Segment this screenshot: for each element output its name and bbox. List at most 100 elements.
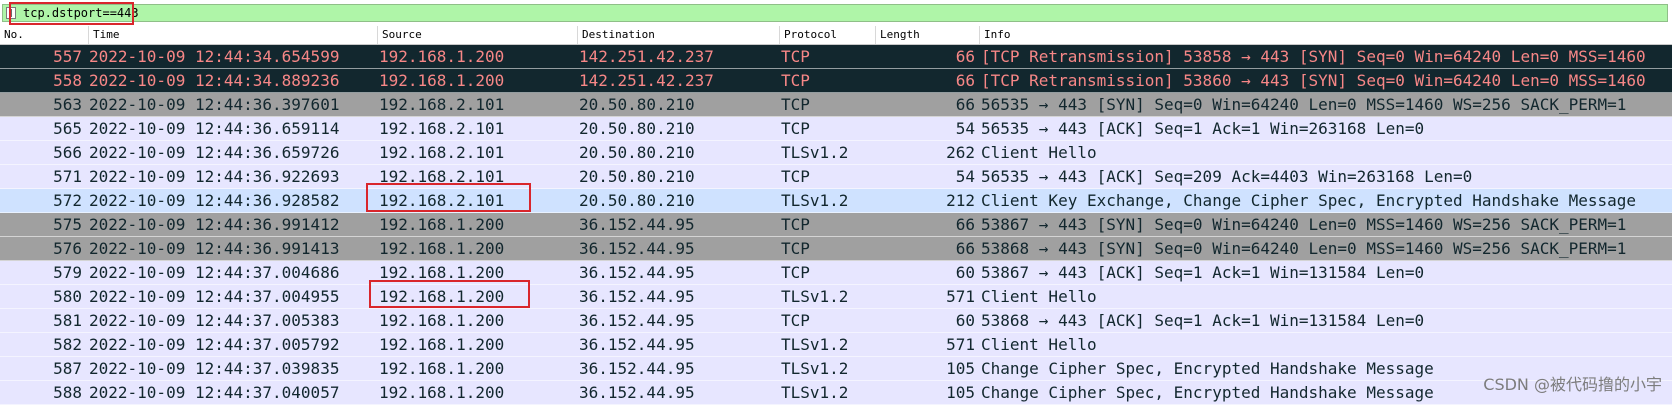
column-header-length[interactable]: Length xyxy=(875,26,979,44)
column-header-protocol[interactable]: Protocol xyxy=(779,26,875,44)
display-filter-toolbar: tcp.dstport==443 xyxy=(0,0,1672,27)
packet-number: 575 xyxy=(53,215,82,234)
packet-protocol: TLSv1.2 xyxy=(781,191,849,210)
packet-info: [TCP Retransmission] 53860 → 443 [SYN] S… xyxy=(981,71,1646,90)
packet-protocol: TCP xyxy=(781,47,810,66)
packet-row[interactable]: 557 2022-10-09 12:44:34.654599 192.168.1… xyxy=(0,45,1672,69)
packet-protocol: TCP xyxy=(781,95,810,114)
packet-number: 582 xyxy=(53,335,82,354)
packet-protocol: TLSv1.2 xyxy=(781,335,849,354)
packet-row[interactable]: 575 2022-10-09 12:44:36.991412 192.168.1… xyxy=(0,213,1672,237)
packet-number: 566 xyxy=(53,143,82,162)
packet-protocol: TCP xyxy=(781,311,810,330)
packet-time: 2022-10-09 12:44:36.991412 xyxy=(89,215,340,234)
packet-row[interactable]: 565 2022-10-09 12:44:36.659114 192.168.2… xyxy=(0,117,1672,141)
packet-info: 53868 → 443 [SYN] Seq=0 Win=64240 Len=0 … xyxy=(981,239,1627,258)
csdn-watermark: CSDN @被代码撸的小宇 xyxy=(1483,375,1662,394)
packet-protocol: TCP xyxy=(781,71,810,90)
packet-info: 56535 → 443 [ACK] Seq=1 Ack=1 Win=263168… xyxy=(981,119,1425,138)
packet-source: 192.168.2.101 xyxy=(379,191,505,210)
packet-length: 105 xyxy=(946,383,975,402)
packet-info: 53868 → 443 [ACK] Seq=1 Ack=1 Win=131584… xyxy=(981,311,1425,330)
display-filter-input[interactable]: tcp.dstport==443 xyxy=(2,4,1668,22)
packet-number: 579 xyxy=(53,263,82,282)
packet-source: 192.168.1.200 xyxy=(379,287,505,306)
column-header-source[interactable]: Source xyxy=(377,26,577,44)
packet-info: [TCP Retransmission] 53858 → 443 [SYN] S… xyxy=(981,47,1646,66)
packet-number: 565 xyxy=(53,119,82,138)
packet-destination: 36.152.44.95 xyxy=(579,359,695,378)
packet-info: 53867 → 443 [SYN] Seq=0 Win=64240 Len=0 … xyxy=(981,215,1627,234)
packet-number: 581 xyxy=(53,311,82,330)
packet-time: 2022-10-09 12:44:36.928582 xyxy=(89,191,340,210)
packet-info: Client Hello xyxy=(981,335,1097,354)
packet-row-selected[interactable]: 572 2022-10-09 12:44:36.928582 192.168.2… xyxy=(0,189,1672,213)
packet-source: 192.168.1.200 xyxy=(379,383,505,402)
packet-time: 2022-10-09 12:44:34.654599 xyxy=(89,47,340,66)
packet-info: Client Key Exchange, Change Cipher Spec,… xyxy=(981,191,1637,210)
packet-row[interactable]: 588 2022-10-09 12:44:37.040057 192.168.1… xyxy=(0,381,1672,405)
filter-bookmark-icon[interactable] xyxy=(6,7,16,19)
packet-source: 192.168.2.101 xyxy=(379,167,505,186)
packet-destination: 36.152.44.95 xyxy=(579,311,695,330)
packet-source: 192.168.2.101 xyxy=(379,95,505,114)
packet-info: 56535 → 443 [SYN] Seq=0 Win=64240 Len=0 … xyxy=(981,95,1627,114)
packet-row[interactable]: 558 2022-10-09 12:44:34.889236 192.168.1… xyxy=(0,69,1672,93)
packet-time: 2022-10-09 12:44:36.659114 xyxy=(89,119,340,138)
packet-destination: 20.50.80.210 xyxy=(579,95,695,114)
display-filter-text[interactable]: tcp.dstport==443 xyxy=(23,6,139,21)
packet-length: 212 xyxy=(946,191,975,210)
column-header-destination[interactable]: Destination xyxy=(577,26,779,44)
packet-row[interactable]: 576 2022-10-09 12:44:36.991413 192.168.1… xyxy=(0,237,1672,261)
packet-time: 2022-10-09 12:44:37.039835 xyxy=(89,359,340,378)
packet-number: 558 xyxy=(53,71,82,90)
packet-info: Client Hello xyxy=(981,287,1097,306)
column-header-time[interactable]: Time xyxy=(88,26,377,44)
packet-source: 192.168.1.200 xyxy=(379,239,505,258)
packet-destination: 20.50.80.210 xyxy=(579,143,695,162)
packet-row[interactable]: 587 2022-10-09 12:44:37.039835 192.168.1… xyxy=(0,357,1672,381)
packet-length: 571 xyxy=(946,287,975,306)
packet-time: 2022-10-09 12:44:36.991413 xyxy=(89,239,340,258)
packet-row[interactable]: 579 2022-10-09 12:44:37.004686 192.168.1… xyxy=(0,261,1672,285)
packet-length: 66 xyxy=(955,215,975,234)
packet-info: Change Cipher Spec, Encrypted Handshake … xyxy=(981,359,1434,378)
packet-row[interactable]: 566 2022-10-09 12:44:36.659726 192.168.2… xyxy=(0,141,1672,165)
packet-row[interactable]: 581 2022-10-09 12:44:37.005383 192.168.1… xyxy=(0,309,1672,333)
packet-time: 2022-10-09 12:44:36.922693 xyxy=(89,167,340,186)
packet-list-header: No. Time Source Destination Protocol Len… xyxy=(0,26,1672,45)
packet-source: 192.168.1.200 xyxy=(379,311,505,330)
column-header-no[interactable]: No. xyxy=(0,26,88,44)
packet-length: 60 xyxy=(955,263,975,282)
packet-protocol: TLSv1.2 xyxy=(781,359,849,378)
packet-number: 587 xyxy=(53,359,82,378)
packet-destination: 20.50.80.210 xyxy=(579,191,695,210)
packet-time: 2022-10-09 12:44:37.005792 xyxy=(89,335,340,354)
packet-info: Change Cipher Spec, Encrypted Handshake … xyxy=(981,383,1434,402)
column-header-info[interactable]: Info xyxy=(979,26,1672,44)
packet-row[interactable]: 582 2022-10-09 12:44:37.005792 192.168.1… xyxy=(0,333,1672,357)
packet-protocol: TLSv1.2 xyxy=(781,143,849,162)
packet-destination: 142.251.42.237 xyxy=(579,47,714,66)
packet-time: 2022-10-09 12:44:37.005383 xyxy=(89,311,340,330)
packet-destination: 36.152.44.95 xyxy=(579,383,695,402)
packet-number: 576 xyxy=(53,239,82,258)
packet-list: 557 2022-10-09 12:44:34.654599 192.168.1… xyxy=(0,45,1672,405)
packet-destination: 20.50.80.210 xyxy=(579,119,695,138)
packet-time: 2022-10-09 12:44:37.004955 xyxy=(89,287,340,306)
packet-destination: 36.152.44.95 xyxy=(579,239,695,258)
packet-destination: 142.251.42.237 xyxy=(579,71,714,90)
packet-row[interactable]: 563 2022-10-09 12:44:36.397601 192.168.2… xyxy=(0,93,1672,117)
packet-source: 192.168.1.200 xyxy=(379,215,505,234)
packet-row[interactable]: 571 2022-10-09 12:44:36.922693 192.168.2… xyxy=(0,165,1672,189)
packet-info: Client Hello xyxy=(981,143,1097,162)
packet-protocol: TCP xyxy=(781,239,810,258)
packet-source: 192.168.1.200 xyxy=(379,71,505,90)
packet-number: 563 xyxy=(53,95,82,114)
packet-source: 192.168.1.200 xyxy=(379,47,505,66)
packet-info: 56535 → 443 [ACK] Seq=209 Ack=4403 Win=2… xyxy=(981,167,1473,186)
packet-row[interactable]: 580 2022-10-09 12:44:37.004955 192.168.1… xyxy=(0,285,1672,309)
packet-number: 580 xyxy=(53,287,82,306)
packet-length: 54 xyxy=(955,167,975,186)
packet-number: 557 xyxy=(53,47,82,66)
